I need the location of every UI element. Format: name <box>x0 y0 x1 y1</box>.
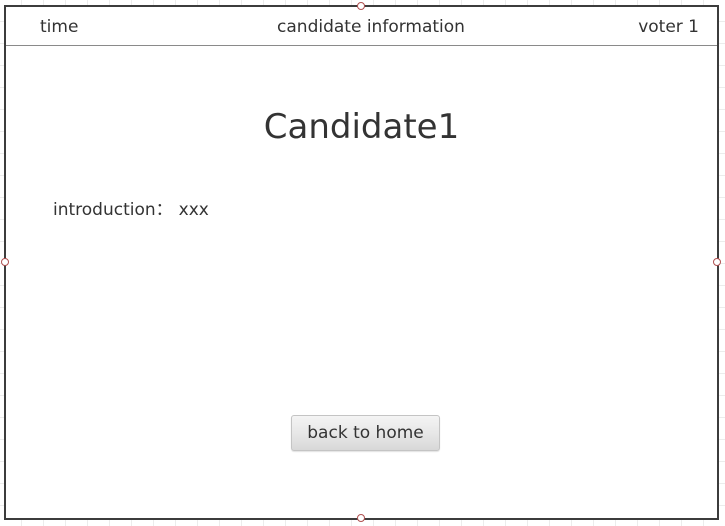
voter-label: voter 1 <box>638 17 699 37</box>
back-to-home-button[interactable]: back to home <box>291 415 440 451</box>
introduction-label: introduction： <box>53 200 173 220</box>
candidate-name: Candidate1 <box>263 107 460 147</box>
app-window: time candidate information voter 1 Candi… <box>4 5 719 520</box>
resize-handle-left[interactable] <box>1 258 9 266</box>
candidate-introduction: introduction： xxx <box>53 200 209 220</box>
page-title: candidate information <box>277 17 465 37</box>
resize-handle-right[interactable] <box>713 258 721 266</box>
introduction-value: xxx <box>178 200 209 220</box>
resize-handle-top[interactable] <box>357 2 365 10</box>
resize-handle-bottom[interactable] <box>357 514 365 522</box>
header-bar: time candidate information voter 1 <box>6 7 717 46</box>
